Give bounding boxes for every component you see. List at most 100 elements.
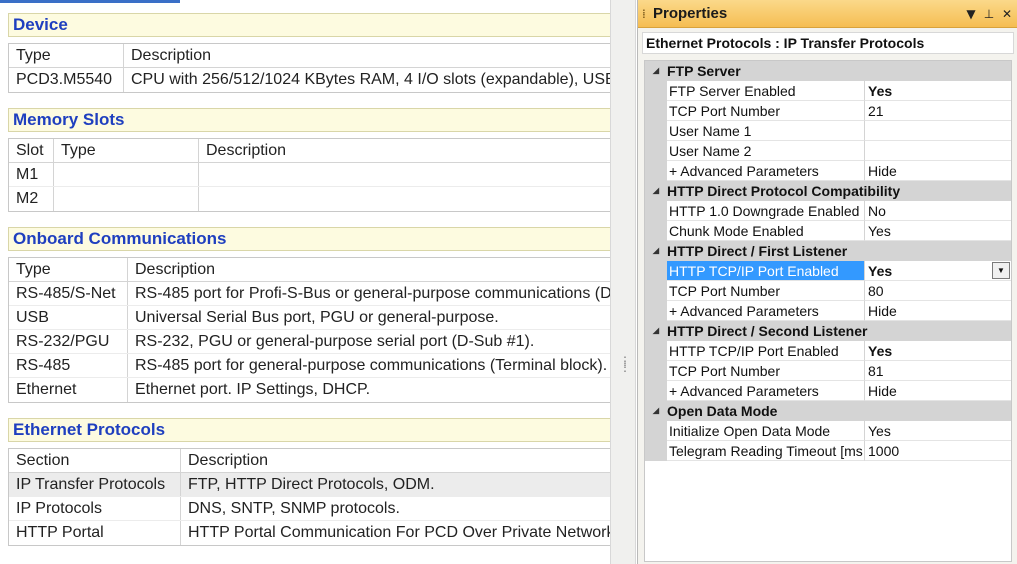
property-value-text: Hide: [868, 383, 897, 399]
property-category[interactable]: ◢ HTTP Direct / Second Listener: [645, 321, 1011, 341]
property-name[interactable]: + Advanced Parameters: [667, 161, 865, 181]
property-name[interactable]: User Name 2: [667, 141, 865, 161]
property-value[interactable]: Yes: [865, 421, 1011, 441]
property-name[interactable]: TCP Port Number: [667, 361, 865, 381]
property-value[interactable]: Hide: [865, 381, 1011, 401]
properties-title-bar[interactable]: ⁞ Properties ▼ ⊥ ✕: [638, 0, 1017, 28]
property-value[interactable]: 80: [865, 281, 1011, 301]
property-row[interactable]: User Name 2: [645, 141, 1011, 161]
property-value[interactable]: Yes: [865, 341, 1011, 361]
property-name[interactable]: TCP Port Number: [667, 281, 865, 301]
table-row[interactable]: IP Protocols DNS, SNTP, SNMP protocols.: [9, 497, 610, 521]
property-value-text: Yes: [868, 223, 891, 239]
property-name[interactable]: + Advanced Parameters: [667, 301, 865, 321]
property-name[interactable]: HTTP TCP/IP Port Enabled: [667, 261, 865, 281]
property-name[interactable]: FTP Server Enabled: [667, 81, 865, 101]
collapse-toggle-icon[interactable]: ◢: [645, 401, 667, 421]
device-table: Type Description PCD3.M5540 CPU with 256…: [8, 43, 610, 93]
table-row[interactable]: Ethernet Ethernet port. IP Settings, DHC…: [9, 378, 610, 402]
property-value-text: Hide: [868, 163, 897, 179]
table-row[interactable]: RS-485 RS-485 port for general-purpose c…: [9, 354, 610, 378]
property-name[interactable]: Telegram Reading Timeout [ms: [667, 441, 865, 461]
property-category[interactable]: ◢ HTTP Direct / First Listener: [645, 241, 1011, 261]
property-name[interactable]: Initialize Open Data Mode: [667, 421, 865, 441]
property-value[interactable]: [865, 141, 1011, 161]
property-row[interactable]: TCP Port Number 81: [645, 361, 1011, 381]
property-row[interactable]: Initialize Open Data Mode Yes: [645, 421, 1011, 441]
row-margin: [645, 281, 667, 301]
table-row[interactable]: HTTP Portal HTTP Portal Communication Fo…: [9, 521, 610, 545]
property-value[interactable]: Yes ▼: [865, 261, 1011, 281]
ethernet-protocols-section-title: Ethernet Protocols: [8, 418, 610, 442]
property-name[interactable]: Chunk Mode Enabled: [667, 221, 865, 241]
property-category[interactable]: ◢ FTP Server: [645, 61, 1011, 81]
device-section: Device Type Description PCD3.M5540 CPU w…: [8, 13, 610, 93]
cell-type: RS-232/PGU: [9, 330, 128, 353]
table-row[interactable]: RS-485/S-Net RS-485 port for Profi-S-Bus…: [9, 282, 610, 306]
property-value[interactable]: Hide: [865, 161, 1011, 181]
collapse-toggle-icon[interactable]: ◢: [645, 321, 667, 341]
category-name: HTTP Direct / First Listener: [667, 243, 848, 259]
category-name: Open Data Mode: [667, 403, 778, 419]
collapse-toggle-icon[interactable]: ◢: [645, 181, 667, 201]
table-row[interactable]: USB Universal Serial Bus port, PGU or ge…: [9, 306, 610, 330]
property-row[interactable]: TCP Port Number 21: [645, 101, 1011, 121]
property-value[interactable]: 81: [865, 361, 1011, 381]
ethernet-protocols-table-header: Section Description: [9, 449, 610, 473]
property-value-text: Yes: [868, 263, 893, 279]
property-row[interactable]: + Advanced Parameters Hide: [645, 301, 1011, 321]
table-row[interactable]: M2: [9, 187, 610, 211]
property-row[interactable]: FTP Server Enabled Yes: [645, 81, 1011, 101]
property-row[interactable]: HTTP 1.0 Downgrade Enabled No: [645, 201, 1011, 221]
property-name[interactable]: TCP Port Number: [667, 101, 865, 121]
property-value[interactable]: 21: [865, 101, 1011, 121]
row-margin: [645, 341, 667, 361]
cell-description: RS-485 port for general-purpose communic…: [135, 357, 608, 374]
table-row[interactable]: PCD3.M5540 CPU with 256/512/1024 KBytes …: [9, 68, 610, 92]
property-value[interactable]: Hide: [865, 301, 1011, 321]
property-row[interactable]: + Advanced Parameters Hide: [645, 381, 1011, 401]
property-name[interactable]: + Advanced Parameters: [667, 381, 865, 401]
property-row[interactable]: Telegram Reading Timeout [ms 1000: [645, 441, 1011, 461]
property-value[interactable]: Yes: [865, 81, 1011, 101]
row-margin: [645, 121, 667, 141]
property-name[interactable]: User Name 1: [667, 121, 865, 141]
memory-slots-table: Slot Type Description M1 M2: [8, 138, 610, 212]
column-header-slot: Slot: [9, 139, 54, 162]
property-row[interactable]: Chunk Mode Enabled Yes: [645, 221, 1011, 241]
drag-grip-icon[interactable]: ⁞: [642, 8, 648, 20]
property-value[interactable]: [865, 121, 1011, 141]
table-row[interactable]: RS-232/PGU RS-232, PGU or general-purpos…: [9, 330, 610, 354]
category-name: HTTP Direct Protocol Compatibility: [667, 183, 901, 199]
dropdown-arrow-icon[interactable]: ▼: [992, 262, 1010, 279]
property-value[interactable]: 1000: [865, 441, 1011, 461]
pane-splitter[interactable]: ⋮ ⋮: [610, 0, 636, 564]
splitter-grip-icon[interactable]: ⋮ ⋮: [619, 355, 631, 378]
property-name[interactable]: HTTP 1.0 Downgrade Enabled: [667, 201, 865, 221]
property-row[interactable]: TCP Port Number 80: [645, 281, 1011, 301]
row-margin: [645, 421, 667, 441]
property-name[interactable]: HTTP TCP/IP Port Enabled: [667, 341, 865, 361]
property-row[interactable]: + Advanced Parameters Hide: [645, 161, 1011, 181]
row-margin: [645, 441, 667, 461]
collapse-toggle-icon[interactable]: ◢: [645, 61, 667, 81]
property-value[interactable]: No: [865, 201, 1011, 221]
property-value[interactable]: Yes: [865, 221, 1011, 241]
property-category[interactable]: ◢ Open Data Mode: [645, 401, 1011, 421]
cell-description: Ethernet port. IP Settings, DHCP.: [135, 381, 371, 398]
dropdown-arrow-icon[interactable]: ▼: [963, 6, 979, 22]
table-row[interactable]: IP Transfer Protocols FTP, HTTP Direct P…: [9, 473, 610, 497]
cell-type: RS-485: [9, 354, 128, 377]
collapse-toggle-icon[interactable]: ◢: [645, 241, 667, 261]
row-margin: [645, 81, 667, 101]
property-row[interactable]: HTTP TCP/IP Port Enabled Yes: [645, 341, 1011, 361]
property-row[interactable]: HTTP TCP/IP Port Enabled Yes ▼: [645, 261, 1011, 281]
close-icon[interactable]: ✕: [999, 6, 1015, 22]
table-row[interactable]: M1: [9, 163, 610, 187]
app-window: Device Type Description PCD3.M5540 CPU w…: [0, 0, 1017, 564]
pin-icon[interactable]: ⊥: [981, 6, 997, 22]
column-header-type: Type: [9, 44, 124, 67]
row-margin: [645, 301, 667, 321]
property-category[interactable]: ◢ HTTP Direct Protocol Compatibility: [645, 181, 1011, 201]
property-row[interactable]: User Name 1: [645, 121, 1011, 141]
